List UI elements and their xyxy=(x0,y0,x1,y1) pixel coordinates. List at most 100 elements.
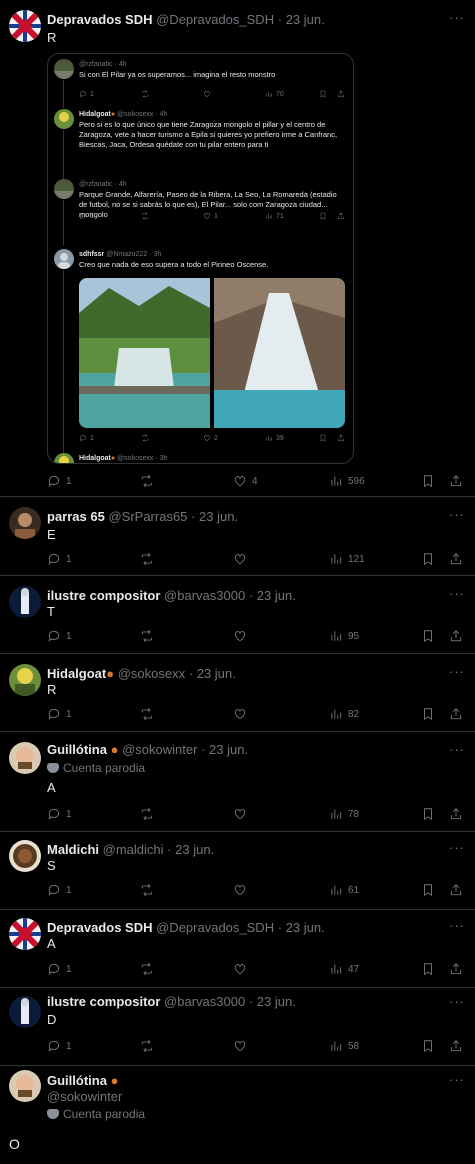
views-button[interactable]: 596 xyxy=(329,473,365,489)
display-name[interactable]: sdhfssr xyxy=(79,251,104,258)
like-button[interactable] xyxy=(233,882,247,898)
reply-button[interactable]: 1 xyxy=(47,628,72,644)
like-button[interactable]: 4 xyxy=(233,473,258,489)
more-options-icon[interactable]: ··· xyxy=(449,840,465,855)
display-name[interactable]: ilustre compositor xyxy=(47,994,160,1009)
avatar[interactable] xyxy=(54,453,74,463)
tweet-date[interactable]: 23 jun. xyxy=(209,742,248,757)
display-name[interactable]: Guillótina xyxy=(47,1073,107,1088)
tweet[interactable]: Depravados SDH @Depravados_SDH · 23 jun.… xyxy=(0,910,475,988)
share-button[interactable] xyxy=(449,628,463,644)
more-options-icon[interactable]: ··· xyxy=(449,664,465,679)
user-handle[interactable]: @Depravados_SDH xyxy=(156,12,274,27)
reply-button[interactable]: 1 xyxy=(47,806,72,822)
more-options-icon[interactable]: ··· xyxy=(449,742,465,757)
bookmark-button[interactable] xyxy=(421,628,435,644)
avatar[interactable] xyxy=(9,664,41,696)
tweet-date[interactable]: 23 jun. xyxy=(175,842,214,857)
like-button[interactable] xyxy=(233,806,247,822)
display-name[interactable]: Depravados SDH xyxy=(47,12,152,27)
user-handle[interactable]: @sokosexx xyxy=(117,455,153,462)
bookmark-button[interactable] xyxy=(421,1038,435,1054)
user-handle[interactable]: @barvas3000 xyxy=(164,588,245,603)
more-options-icon[interactable]: ··· xyxy=(449,507,465,522)
quoted-thread-card[interactable]: @rzfanatic · 4h Si con El Pilar ya os su… xyxy=(47,53,354,464)
share-button[interactable] xyxy=(449,551,463,567)
more-options-icon[interactable]: ··· xyxy=(449,994,465,1009)
user-handle[interactable]: @Nmazo222 xyxy=(106,251,147,258)
display-name[interactable]: Maldichi xyxy=(47,842,99,857)
like-button[interactable] xyxy=(233,1038,247,1054)
avatar[interactable] xyxy=(9,918,41,950)
tweet-date[interactable]: 23 jun. xyxy=(257,994,296,1009)
post-time[interactable]: 4h xyxy=(160,111,168,118)
user-handle[interactable]: @rzfanatic xyxy=(79,61,113,68)
post-time[interactable]: 3h xyxy=(160,455,168,462)
more-options-icon[interactable]: ··· xyxy=(449,586,465,601)
more-options-icon[interactable]: ··· xyxy=(449,1072,465,1087)
tweet[interactable]: Guillótina ● @sokowinter · 23 jun. ··· C… xyxy=(0,732,475,832)
like-button[interactable]: 2 xyxy=(203,434,218,442)
attached-photos[interactable] xyxy=(79,278,345,428)
user-handle[interactable]: @sokosexx xyxy=(118,666,185,681)
avatar[interactable] xyxy=(9,742,41,774)
tweet[interactable]: Depravados SDH @Depravados_SDH · 23 jun.… xyxy=(0,0,475,497)
user-handle[interactable]: @sokosexx xyxy=(117,111,153,118)
views-button[interactable]: 78 xyxy=(329,806,359,822)
display-name[interactable]: Hidalgoat xyxy=(79,455,111,462)
reply-button[interactable]: 1 xyxy=(47,882,72,898)
share-button[interactable] xyxy=(449,1038,463,1054)
retweet-button[interactable] xyxy=(141,434,149,442)
bookmark-button[interactable] xyxy=(421,882,435,898)
retweet-button[interactable] xyxy=(140,706,154,722)
avatar[interactable] xyxy=(9,1070,41,1102)
tweet[interactable]: ilustre compositor @barvas3000 · 23 jun.… xyxy=(0,576,475,654)
post-time[interactable]: 4h xyxy=(119,61,127,68)
bookmark-button[interactable] xyxy=(421,806,435,822)
tweet-date[interactable]: 23 jun. xyxy=(286,12,325,27)
tweet[interactable]: Hidalgoat● @sokosexx · 23 jun. ··· R 1 8… xyxy=(0,654,475,732)
reply-button[interactable]: 1 xyxy=(79,90,94,98)
more-options-icon[interactable]: ··· xyxy=(449,10,465,25)
retweet-button[interactable] xyxy=(140,628,154,644)
retweet-button[interactable] xyxy=(141,90,149,98)
tweet-date[interactable]: 23 jun. xyxy=(257,588,296,603)
reply-button[interactable]: 1 xyxy=(47,551,72,567)
user-handle[interactable]: @sokowinter xyxy=(122,742,197,757)
tweet-date[interactable]: 23 jun. xyxy=(286,920,325,935)
bookmark-button[interactable] xyxy=(319,90,327,98)
like-button[interactable] xyxy=(233,551,247,567)
post-time[interactable]: 3h xyxy=(153,251,161,258)
views-button[interactable]: 47 xyxy=(329,961,359,977)
share-button[interactable] xyxy=(449,706,463,722)
like-button[interactable] xyxy=(233,628,247,644)
share-button[interactable] xyxy=(337,90,345,98)
retweet-button[interactable] xyxy=(140,806,154,822)
reply-button[interactable]: 1 xyxy=(47,706,72,722)
views-button[interactable]: 61 xyxy=(329,882,359,898)
avatar[interactable] xyxy=(54,179,74,199)
bookmark-button[interactable] xyxy=(421,473,435,489)
display-name[interactable]: parras 65 xyxy=(47,509,105,524)
avatar[interactable] xyxy=(9,507,41,539)
tweet[interactable]: ilustre compositor @barvas3000 · 23 jun.… xyxy=(0,988,475,1066)
user-handle[interactable]: @rzfanatic xyxy=(79,181,113,188)
bookmark-button[interactable] xyxy=(421,706,435,722)
avatar[interactable] xyxy=(9,840,41,872)
tweet-date[interactable]: 23 jun. xyxy=(199,509,238,524)
bookmark-button[interactable] xyxy=(319,434,327,442)
display-name[interactable]: Hidalgoat xyxy=(79,111,111,118)
avatar[interactable] xyxy=(54,249,74,269)
views-button[interactable]: 121 xyxy=(329,551,365,567)
views-button[interactable]: 82 xyxy=(329,706,359,722)
share-button[interactable] xyxy=(449,806,463,822)
display-name[interactable]: Depravados SDH xyxy=(47,920,152,935)
reply-button[interactable]: 1 xyxy=(47,473,72,489)
post-time[interactable]: 4h xyxy=(119,181,127,188)
share-button[interactable] xyxy=(449,882,463,898)
like-button[interactable] xyxy=(233,706,247,722)
retweet-button[interactable] xyxy=(140,961,154,977)
views-button[interactable]: 70 xyxy=(265,90,284,98)
retweet-button[interactable] xyxy=(140,882,154,898)
user-handle[interactable]: @sokowinter xyxy=(47,1089,122,1104)
